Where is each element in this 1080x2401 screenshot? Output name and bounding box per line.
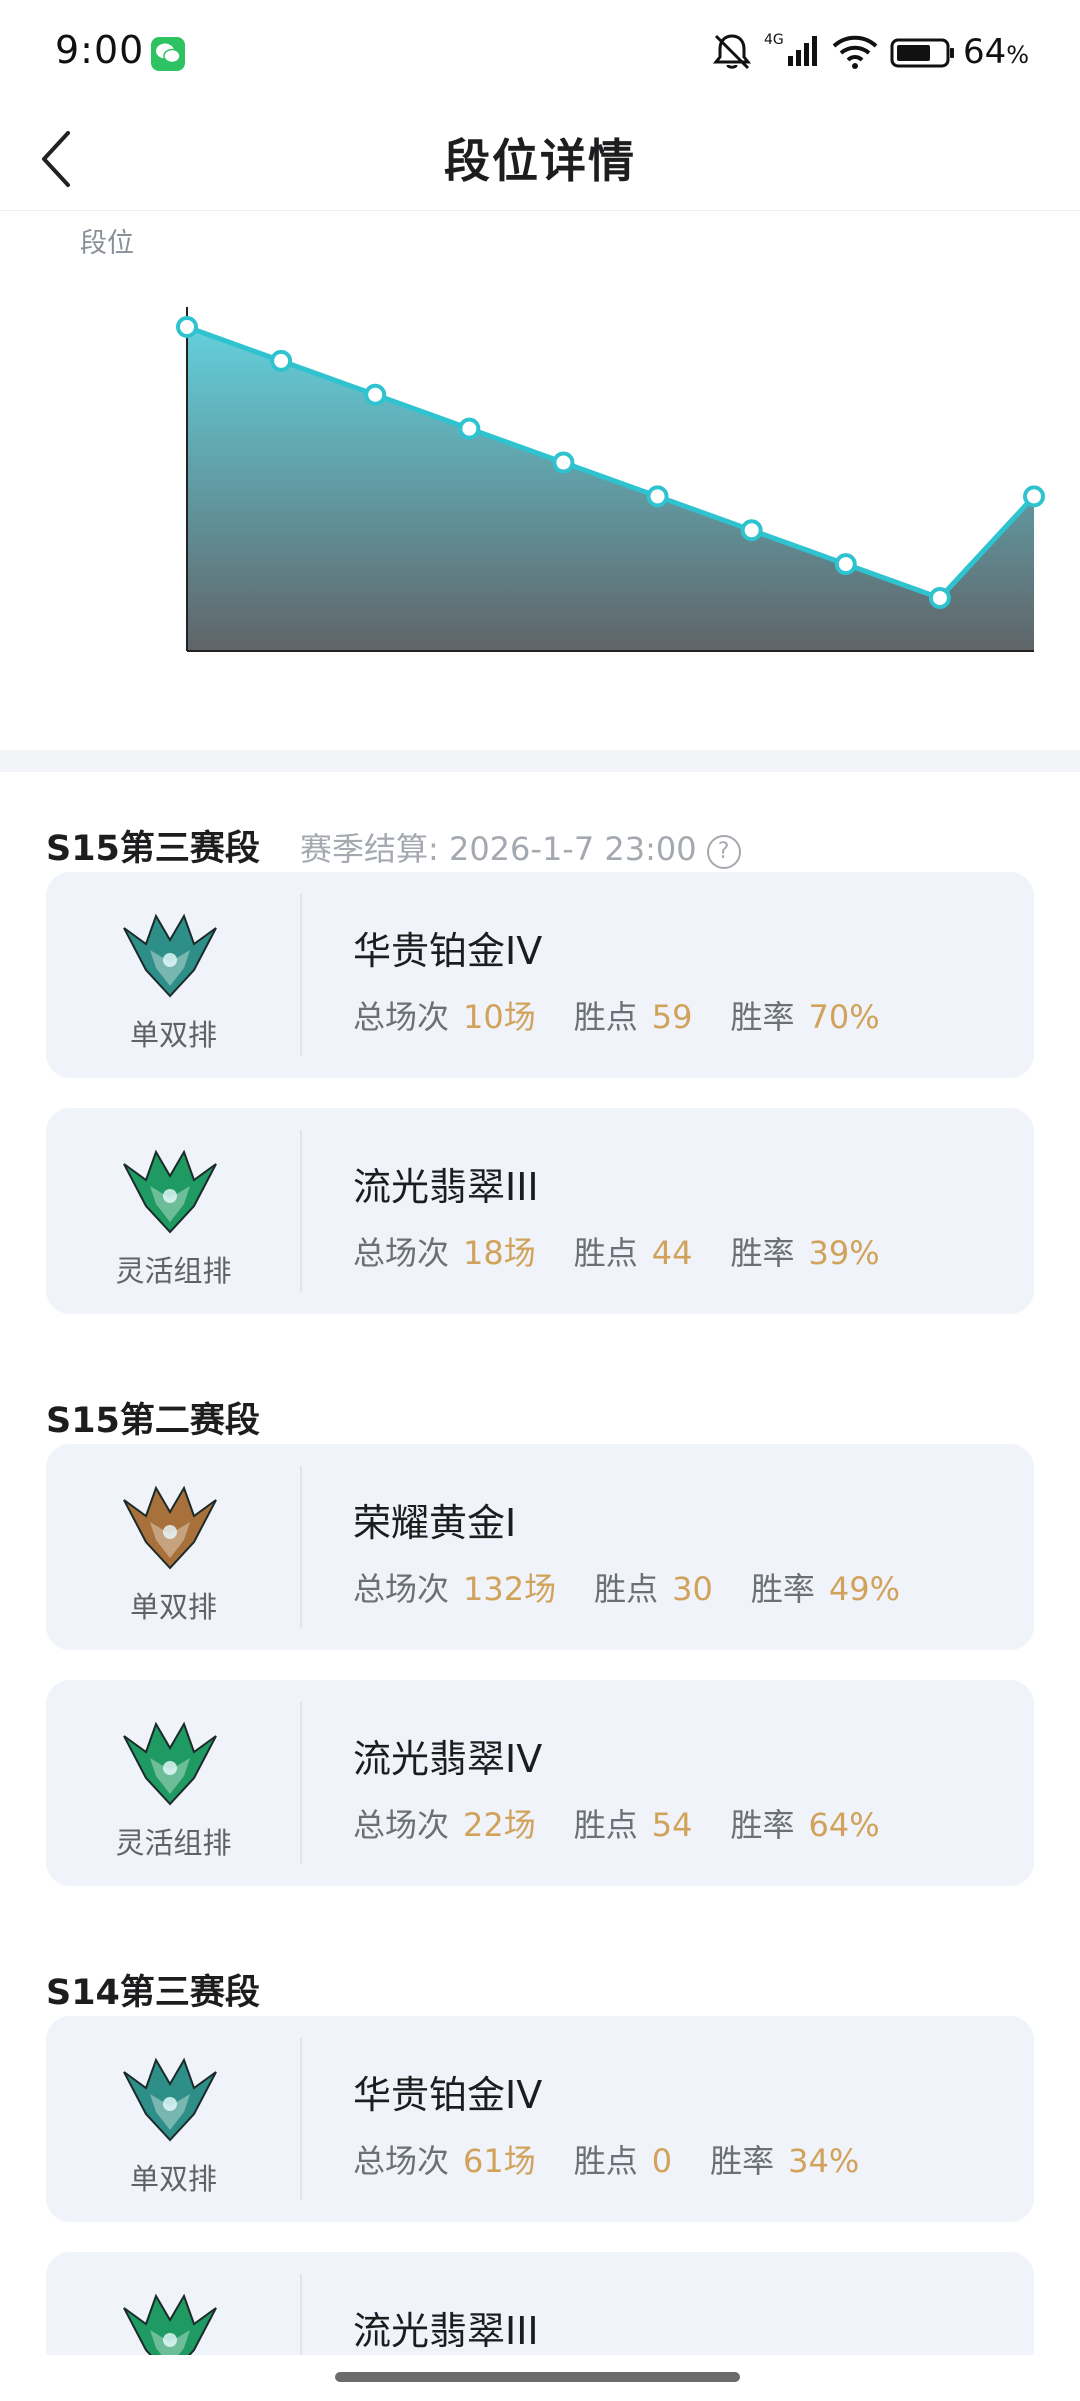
chart-point-1[interactable]: [176, 316, 198, 338]
games-label: 总场次: [353, 998, 450, 1036]
games-value: 132场: [463, 1570, 557, 1608]
winrate-value: 39%: [808, 1234, 880, 1272]
wifi-icon: [832, 35, 878, 69]
games-label: 总场次: [353, 1234, 450, 1272]
winrate-value: 64%: [808, 1806, 880, 1844]
rank-card[interactable]: 灵活组排 流光翡翠IV 总场次 22场 胜点 54 胜率 64%: [46, 1680, 1034, 1886]
winrate-value: 49%: [828, 1570, 900, 1608]
queue-type-label: 单双排: [129, 1018, 217, 1052]
home-indicator[interactable]: [335, 2372, 740, 2382]
rank-card[interactable]: 单双排 荣耀黄金I 总场次 132场 胜点 30 胜率 49%: [46, 1444, 1034, 1650]
rank-history-chart: 段位: [0, 211, 1080, 751]
page: 9:00 4G 64% 段位详情 段位 S15第三赛段 赛季结算: 2026-1…: [0, 0, 1080, 2401]
games-value: 22场: [463, 1806, 536, 1844]
chart-point-2[interactable]: [270, 349, 293, 372]
mute-icon: [712, 34, 752, 70]
card-divider: [300, 2038, 302, 2200]
emerald-rank-emblem-icon: [123, 1149, 217, 1234]
season-header: S15第三赛段 赛季结算: 2026-1-7 23:00?: [0, 772, 1080, 872]
battery-percent: 64%: [963, 32, 1030, 72]
winrate-value: 34%: [788, 2142, 860, 2180]
games-value: 18场: [463, 1234, 536, 1272]
season-header: S14第三赛段: [0, 1916, 1080, 2016]
season-title: S15第二赛段: [46, 1401, 260, 1441]
points-value: 30: [672, 1570, 713, 1608]
points-label: 胜点: [594, 1570, 659, 1608]
battery-icon: [890, 38, 954, 68]
rank-stats: 总场次 132场 胜点 30 胜率 49%: [353, 1564, 900, 1610]
rank-card[interactable]: 单双排 华贵铂金IV 总场次 61场 胜点 0 胜率 34%: [46, 2016, 1034, 2222]
chart-area-fill: [187, 327, 1034, 651]
queue-type-label: 灵活组排: [115, 1826, 232, 1860]
rank-name: 荣耀黄金I: [353, 1501, 517, 1545]
rank-name: 流光翡翠IV: [353, 1737, 543, 1781]
points-label: 胜点: [573, 2142, 638, 2180]
rank-stats: 总场次 10场 胜点 59 胜率 70%: [353, 992, 880, 1038]
emerald-rank-emblem-icon: [123, 1721, 217, 1806]
season-settle-time: 赛季结算: 2026-1-7 23:00?: [300, 824, 741, 870]
winrate-label: 胜率: [730, 998, 795, 1036]
chart-point-4[interactable]: [458, 417, 481, 440]
chart-point-9[interactable]: [928, 587, 951, 609]
card-divider: [300, 1702, 302, 1864]
wechat-notification-icon: [151, 37, 185, 71]
rank-card[interactable]: 单双排 华贵铂金IV 总场次 10场 胜点 59 胜率 70%: [46, 872, 1034, 1078]
status-bar: 9:00 4G 64%: [0, 0, 1080, 105]
points-label: 胜点: [573, 998, 638, 1036]
games-label: 总场次: [353, 1806, 450, 1844]
season-title: S15第三赛段: [46, 829, 260, 869]
status-time: 9:00: [55, 28, 145, 72]
card-divider: [300, 894, 302, 1056]
status-icons: 4G 64%: [700, 28, 1080, 78]
rank-stats: 总场次 22场 胜点 54 胜率 64%: [353, 1800, 880, 1846]
season-header: S15第二赛段: [0, 1344, 1080, 1444]
chart-point-3[interactable]: [364, 383, 387, 406]
rank-card[interactable]: 灵活组排 流光翡翠III 总场次 18场 胜点 44 胜率 39%: [46, 1108, 1034, 1314]
chart-point-7[interactable]: [740, 519, 763, 542]
help-icon[interactable]: ?: [706, 835, 741, 869]
rank-name: 华贵铂金IV: [353, 2073, 543, 2117]
season-list: S15第三赛段 赛季结算: 2026-1-7 23:00? 单双排 华贵铂金IV 总场次…: [0, 772, 1080, 2401]
chart-point-6[interactable]: [646, 485, 669, 508]
page-title: 段位详情: [444, 134, 636, 188]
platinum-rank-emblem-icon: [123, 913, 217, 998]
platinum-rank-emblem-icon: [123, 2057, 217, 2142]
games-value: 10场: [463, 998, 536, 1036]
card-divider: [300, 1130, 302, 1292]
winrate-value: 70%: [808, 998, 880, 1036]
app-header: 段位详情: [0, 105, 1080, 211]
gold-rank-emblem-icon: [123, 1485, 217, 1570]
queue-type-label: 单双排: [129, 2162, 217, 2196]
rank-name: 华贵铂金IV: [353, 929, 543, 973]
queue-type-label: 灵活组排: [115, 1254, 232, 1288]
points-value: 59: [651, 998, 693, 1036]
winrate-label: 胜率: [750, 1570, 815, 1608]
chart-point-8[interactable]: [834, 553, 857, 576]
signal-4g-icon: 4G: [764, 32, 817, 66]
points-label: 胜点: [573, 1806, 638, 1844]
rank-stats: 总场次 61场 胜点 0 胜率 34%: [353, 2136, 859, 2182]
winrate-label: 胜率: [730, 1806, 795, 1844]
rank-stats: 总场次 18场 胜点 44 胜率 39%: [353, 1228, 880, 1274]
season-title: S14第三赛段: [46, 1973, 260, 2013]
section-divider: [0, 750, 1080, 772]
rank-name: 流光翡翠III: [353, 2309, 539, 2353]
games-label: 总场次: [353, 2142, 450, 2180]
card-divider: [300, 1466, 302, 1628]
games-value: 61场: [463, 2142, 536, 2180]
winrate-label: 胜率: [730, 1234, 795, 1272]
points-value: 54: [651, 1806, 693, 1844]
chart-point-5[interactable]: [552, 451, 575, 474]
winrate-label: 胜率: [710, 2142, 775, 2180]
rank-name: 流光翡翠III: [353, 1165, 539, 1209]
queue-type-label: 单双排: [129, 1590, 217, 1624]
points-value: 0: [651, 2142, 673, 2180]
games-label: 总场次: [353, 1570, 450, 1608]
rank-chart-svg: [176, 307, 1045, 652]
chart-point-10[interactable]: [1023, 485, 1045, 508]
points-label: 胜点: [573, 1234, 638, 1272]
svg-text:4G: 4G: [764, 32, 784, 48]
points-value: 44: [651, 1234, 693, 1272]
